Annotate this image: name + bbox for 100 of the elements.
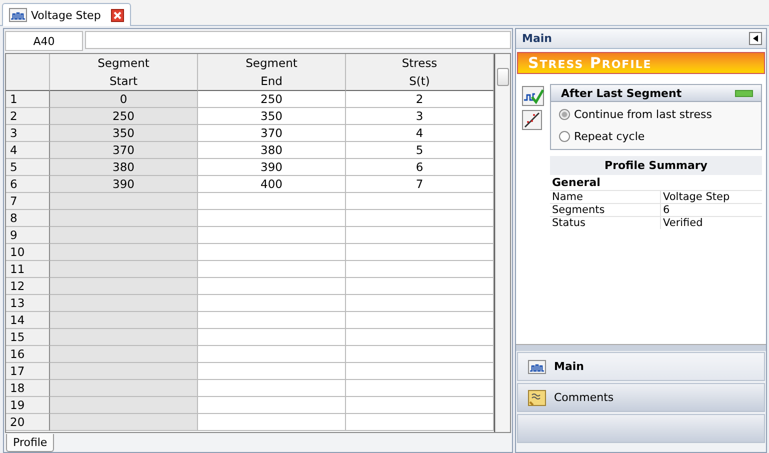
table-cell[interactable]: 350 (198, 108, 346, 125)
table-cell[interactable] (198, 210, 346, 227)
radio-option[interactable]: Continue from last stress (559, 108, 753, 121)
table-cell[interactable] (346, 210, 494, 227)
table-cell[interactable] (198, 414, 346, 431)
row-header[interactable]: 9 (6, 227, 50, 244)
row-header[interactable]: 15 (6, 329, 50, 346)
table-cell[interactable]: 370 (198, 125, 346, 142)
row-header[interactable]: 7 (6, 193, 50, 210)
row-header[interactable]: 2 (6, 108, 50, 125)
table-cell[interactable] (346, 295, 494, 312)
column-header[interactable]: Segment End (198, 54, 346, 91)
collapse-button[interactable] (749, 32, 762, 45)
table-cell[interactable] (50, 227, 198, 244)
table-cell[interactable] (198, 363, 346, 380)
table-cell[interactable]: 6 (346, 159, 494, 176)
chart-check-icon[interactable] (522, 86, 544, 106)
table-cell[interactable] (346, 397, 494, 414)
table-cell[interactable] (50, 312, 198, 329)
corner-cell[interactable] (6, 54, 50, 91)
cell-reference-field[interactable]: A40 (5, 31, 83, 51)
nav-button[interactable]: Comments (517, 383, 765, 412)
table-cell[interactable] (198, 397, 346, 414)
row-header[interactable]: 11 (6, 261, 50, 278)
table-cell[interactable] (50, 295, 198, 312)
nav-button[interactable]: Main (517, 352, 765, 381)
table-cell[interactable] (50, 346, 198, 363)
row-header[interactable]: 13 (6, 295, 50, 312)
table-cell[interactable] (346, 312, 494, 329)
row-header[interactable]: 4 (6, 142, 50, 159)
table-cell[interactable]: 2 (346, 91, 494, 108)
table-cell[interactable] (346, 227, 494, 244)
row-header[interactable]: 3 (6, 125, 50, 142)
table-cell[interactable]: 0 (50, 91, 198, 108)
table-cell[interactable]: 7 (346, 176, 494, 193)
table-cell[interactable] (346, 414, 494, 431)
table-cell[interactable] (198, 193, 346, 210)
row-header[interactable]: 8 (6, 210, 50, 227)
table-cell[interactable] (50, 397, 198, 414)
table-cell[interactable] (346, 346, 494, 363)
table-cell[interactable] (50, 414, 198, 431)
table-cell[interactable] (198, 380, 346, 397)
column-header[interactable]: Stress S(t) (346, 54, 494, 91)
table-cell[interactable] (50, 278, 198, 295)
row-header[interactable]: 19 (6, 397, 50, 414)
table-cell[interactable]: 370 (50, 142, 198, 159)
row-header[interactable]: 1 (6, 91, 50, 108)
group-label: General (551, 175, 602, 190)
table-cell[interactable] (50, 363, 198, 380)
row-header[interactable]: 12 (6, 278, 50, 295)
table-cell[interactable]: 5 (346, 142, 494, 159)
table-cell[interactable] (50, 380, 198, 397)
row-header[interactable]: 10 (6, 244, 50, 261)
table-cell[interactable]: 380 (198, 142, 346, 159)
table-cell[interactable] (198, 346, 346, 363)
chart-icon (9, 8, 27, 22)
table-cell[interactable] (198, 227, 346, 244)
row-header[interactable]: 20 (6, 414, 50, 431)
table-cell[interactable]: 250 (198, 91, 346, 108)
table-cell[interactable]: 400 (198, 176, 346, 193)
document-tab[interactable]: Voltage Step (2, 3, 131, 26)
splitter-handle[interactable] (516, 345, 766, 351)
table-cell[interactable] (198, 244, 346, 261)
table-cell[interactable] (198, 295, 346, 312)
table-cell[interactable] (346, 244, 494, 261)
table-cell[interactable]: 380 (50, 159, 198, 176)
table-cell[interactable] (346, 261, 494, 278)
table-cell[interactable] (198, 278, 346, 295)
row-header[interactable]: 17 (6, 363, 50, 380)
table-cell[interactable] (50, 329, 198, 346)
group-title: After Last Segment (561, 86, 682, 100)
table-cell[interactable]: 350 (50, 125, 198, 142)
row-header[interactable]: 18 (6, 380, 50, 397)
table-cell[interactable]: 390 (198, 159, 346, 176)
table-cell[interactable] (346, 380, 494, 397)
table-cell[interactable] (198, 312, 346, 329)
table-cell[interactable]: 390 (50, 176, 198, 193)
row-header[interactable]: 16 (6, 346, 50, 363)
row-header[interactable]: 14 (6, 312, 50, 329)
column-header[interactable]: Segment Start (50, 54, 198, 91)
radio-option[interactable]: Repeat cycle (559, 130, 753, 143)
table-cell[interactable] (50, 261, 198, 278)
table-cell[interactable] (50, 244, 198, 261)
formula-field[interactable] (85, 31, 511, 49)
table-cell[interactable] (198, 329, 346, 346)
sheet-tab[interactable]: Profile (6, 434, 54, 452)
table-cell[interactable] (346, 329, 494, 346)
scrollbar[interactable] (495, 54, 510, 432)
row-header[interactable]: 6 (6, 176, 50, 193)
table-cell[interactable]: 4 (346, 125, 494, 142)
table-cell[interactable] (50, 210, 198, 227)
table-cell[interactable] (346, 193, 494, 210)
table-cell[interactable] (50, 193, 198, 210)
table-cell[interactable] (198, 261, 346, 278)
row-header[interactable]: 5 (6, 159, 50, 176)
table-cell[interactable]: 3 (346, 108, 494, 125)
table-cell[interactable]: 250 (50, 108, 198, 125)
table-cell[interactable] (346, 363, 494, 380)
table-cell[interactable] (346, 278, 494, 295)
close-icon[interactable] (110, 8, 124, 22)
